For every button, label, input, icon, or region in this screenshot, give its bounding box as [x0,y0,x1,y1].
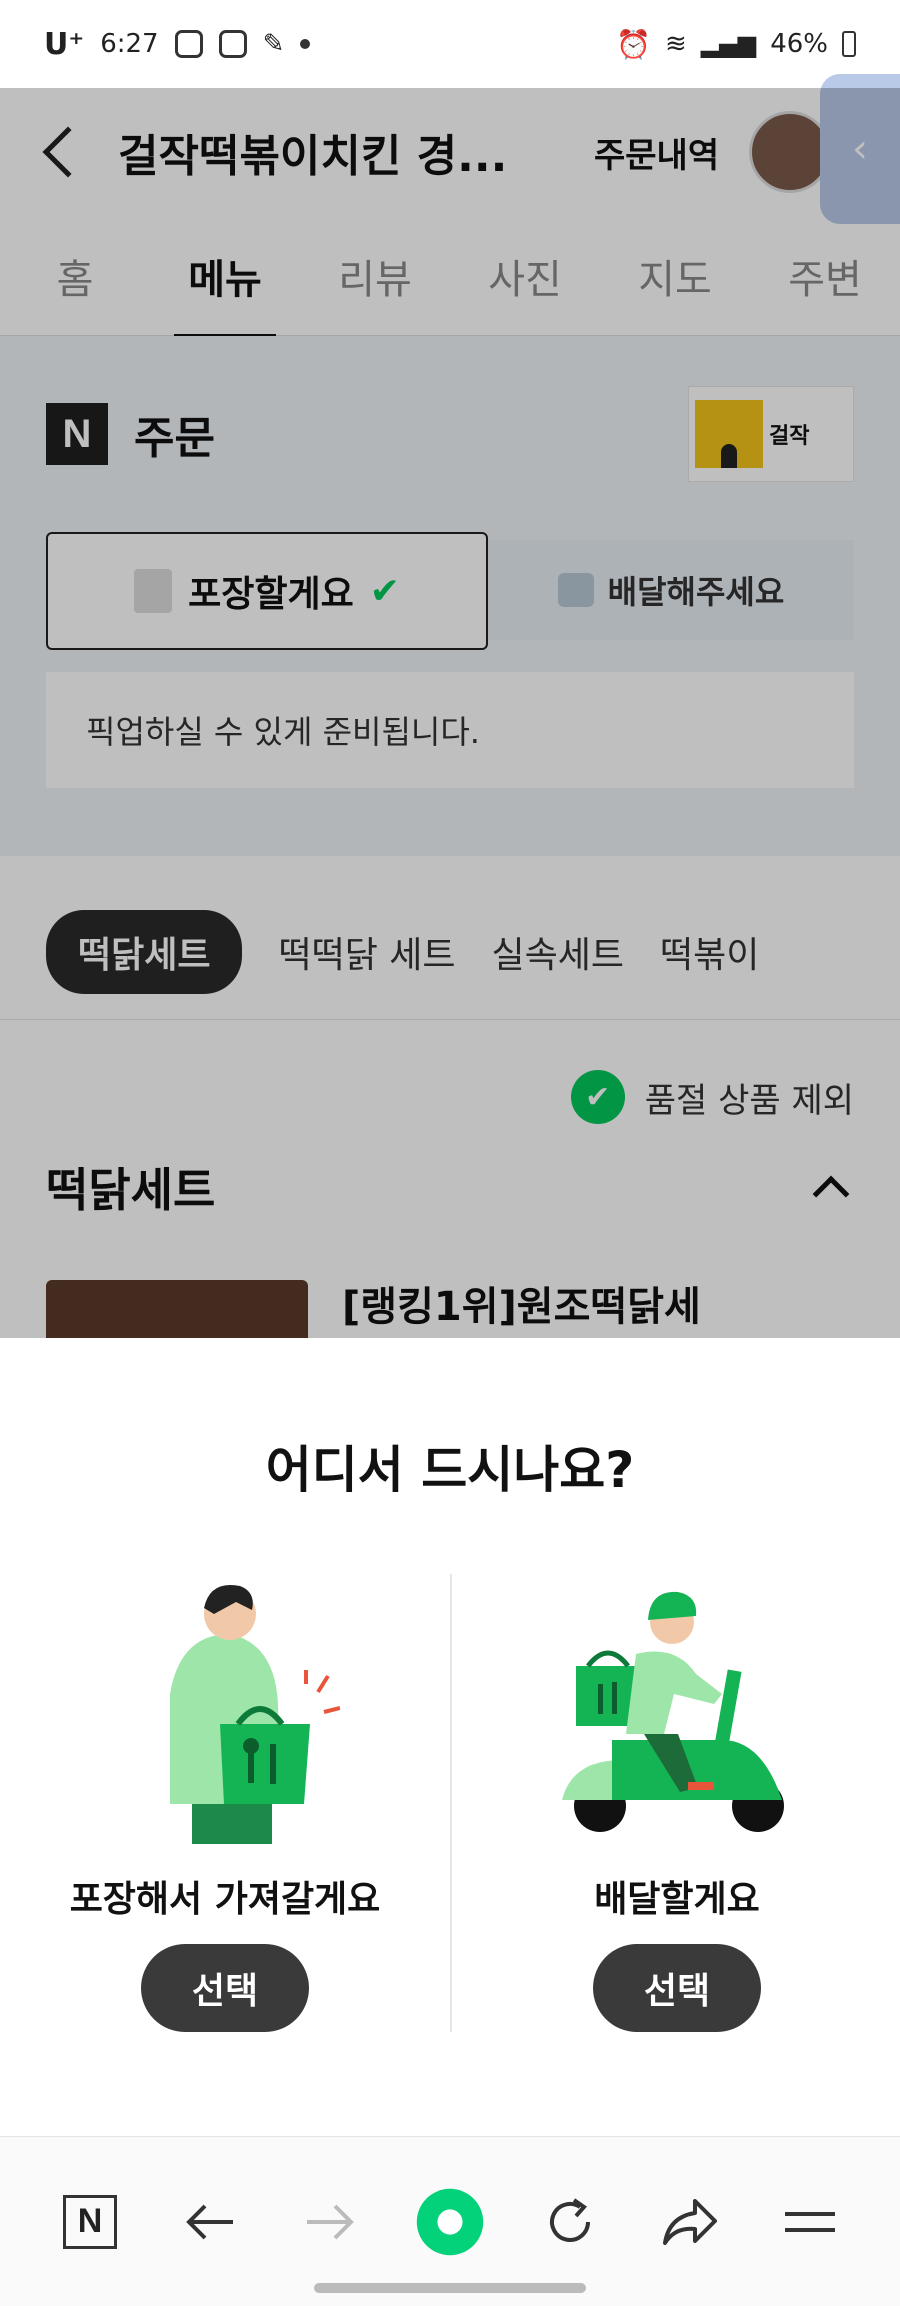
arrow-left-icon [186,2204,233,2239]
instagram-icon [174,30,203,58]
status-bar: U⁺ 6:27 ✎ ⏰ ≋ ▂▄▆ 46% [0,0,900,88]
green-dot-icon [416,2188,484,2255]
signal-icon: ▂▄▆ [700,30,757,58]
share-button[interactable] [655,2187,725,2257]
hamburger-menu-icon [785,2211,835,2232]
refresh-button[interactable] [535,2187,605,2257]
status-left: U⁺ 6:27 ✎ [44,26,311,62]
select-delivery-button[interactable]: 선택 [593,1944,761,2032]
pickup-option-title: 포장해서 가져갈게요 [69,1879,381,1920]
alarm-icon: ⏰ [616,27,652,61]
clock: 6:27 [100,29,159,59]
status-right: ⏰ ≋ ▂▄▆ 46% [616,28,856,61]
gallery-icon [218,30,247,58]
menu-button[interactable] [775,2187,845,2257]
more-notifications-dot [300,39,311,49]
carrier-label: U⁺ [44,26,85,62]
delivery-option-title: 배달할게요 [594,1879,760,1920]
select-pickup-button[interactable]: 선택 [141,1944,309,2032]
forward-button[interactable] [295,2187,365,2257]
browser-toolbar: N [0,2136,900,2306]
naver-n-icon: N [63,2194,117,2249]
pickup-option: 포장해서 가져갈게요 선택 [0,1574,450,2034]
wifi-icon: ≋ [665,29,687,59]
modal-overlay[interactable] [0,88,900,1338]
green-dot-button[interactable] [415,2187,485,2257]
sheet-title: 어디서 드시나요? [265,1441,635,1499]
delivery-scooter-illustration [562,1591,784,1832]
battery-level: 46% [770,29,828,59]
pickup-person-illustration [170,1584,340,1844]
naver-home-button[interactable]: N [55,2187,125,2257]
gesture-handle [314,2283,586,2293]
delivery-option: 배달할게요 선택 [452,1574,900,2034]
notification-icon: ✎ [262,29,285,59]
order-type-sheet: 어디서 드시나요? 포장해서 가져갈게요 선택 배달할게요 선택 [0,1338,900,2136]
share-icon [663,2198,717,2245]
page: U⁺ 6:27 ✎ ⏰ ≋ ▂▄▆ 46% 걸작떡볶이치킨 경... 주문내역 … [0,0,900,2306]
back-button[interactable] [175,2187,245,2257]
refresh-icon [550,2197,590,2242]
battery-icon [842,31,856,57]
arrow-right-icon [307,2204,354,2239]
